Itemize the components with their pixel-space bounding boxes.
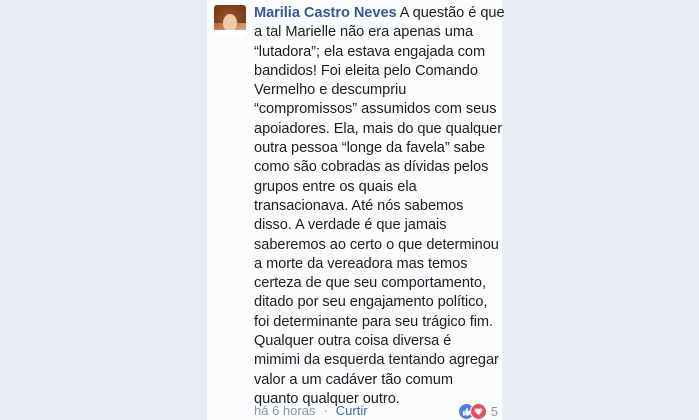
- comment-text-line: a morte da vereadora mas temos: [254, 255, 468, 272]
- comment-text-line: “lutadora”; ela estava engajada com: [254, 43, 486, 60]
- comment-text-line: foi determinante para seu trágico fim.: [254, 313, 494, 330]
- comment-text-line: a tal Marielle não era apenas uma: [254, 24, 474, 41]
- heart-icon: [469, 403, 487, 420]
- avatar[interactable]: [214, 5, 246, 37]
- comment-text-line: transacionava. Até nós sabemos: [254, 197, 464, 214]
- comment-text-line: mimimi da esquerda tentando agregar: [254, 352, 499, 369]
- comment-text-line: “compromissos” assumidos com seus: [254, 101, 497, 118]
- reaction-count: 5: [490, 404, 498, 419]
- comment-text-line: bandidos! Foi eleita pelo Comando: [254, 62, 478, 79]
- comment-text-line: apoiadores. Ela, mais do que qualquer: [254, 120, 503, 137]
- comment-body: Marilia Castro Neves A questão é que a t…: [254, 4, 505, 409]
- avatar-shirt: [214, 30, 246, 37]
- comment-text-line: certeza de que seu comportamento,: [254, 275, 486, 292]
- comment-text-line: disso. A verdade é que jamais: [254, 217, 447, 234]
- comment-card: Marilia Castro Neves A questão é que a t…: [207, 0, 505, 420]
- comment-text-line: grupos entre os quais ela: [254, 178, 417, 195]
- comment-footer: há 6 horas · Curtir 5: [254, 403, 498, 420]
- comment-text-line: Qualquer outra coisa diversa é: [254, 333, 452, 350]
- comment-text-line: como são cobradas as dívidas pelos: [254, 159, 489, 176]
- timestamp[interactable]: há 6 horas: [254, 403, 315, 418]
- comment-text-line: ditado por seu engajamento político,: [254, 294, 488, 311]
- comment-text-line: A questão é que: [399, 5, 505, 21]
- author-name[interactable]: Marilia Castro Neves: [254, 5, 397, 21]
- comment-text-line: saberemos ao certo o que determinou: [254, 236, 499, 253]
- like-button[interactable]: Curtir: [336, 403, 368, 418]
- footer-separator: ·: [323, 403, 328, 418]
- comment-text-line: Vermelho e descumpriu: [254, 82, 407, 99]
- comment-text-line: valor a um cadáver tão comum: [254, 371, 453, 388]
- reactions-summary[interactable]: 5: [457, 403, 498, 420]
- comment-text-line: outra pessoa “longe da favela” sabe: [254, 140, 486, 157]
- comment-first-line: Marilia Castro Neves A questão é que: [254, 4, 505, 23]
